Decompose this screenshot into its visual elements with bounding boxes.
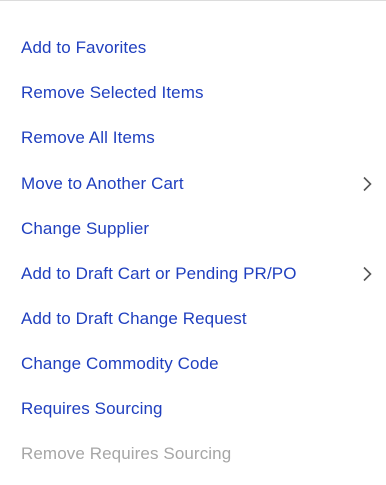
cart-actions-menu: Add to Favorites Remove Selected Items R… (0, 0, 386, 485)
menu-item-move-to-another-cart[interactable]: Move to Another Cart (0, 164, 386, 204)
menu-item-remove-all-items[interactable]: Remove All Items (0, 118, 386, 158)
menu-item-label: Add to Draft Cart or Pending PR/PO (21, 264, 297, 283)
menu-item-label: Add to Favorites (21, 38, 147, 57)
menu-item-add-to-draft-change-request[interactable]: Add to Draft Change Request (0, 299, 386, 339)
menu-item-label: Remove Selected Items (21, 83, 204, 102)
menu-item-label: Remove All Items (21, 128, 155, 147)
menu-item-remove-requires-sourcing: Remove Requires Sourcing (0, 434, 386, 474)
menu-item-requires-sourcing[interactable]: Requires Sourcing (0, 389, 386, 429)
chevron-right-icon (362, 176, 372, 192)
menu-item-change-commodity-code[interactable]: Change Commodity Code (0, 344, 386, 384)
menu-item-label: Move to Another Cart (21, 174, 184, 193)
menu-item-remove-selected-items[interactable]: Remove Selected Items (0, 73, 386, 113)
menu-item-label: Requires Sourcing (21, 399, 163, 418)
menu-item-label: Remove Requires Sourcing (21, 444, 232, 463)
menu-item-label: Change Commodity Code (21, 354, 219, 373)
menu-item-add-to-draft-cart-or-pending-pr-po[interactable]: Add to Draft Cart or Pending PR/PO (0, 254, 386, 294)
menu-item-add-to-favorites[interactable]: Add to Favorites (0, 28, 386, 68)
chevron-right-icon (362, 266, 372, 282)
menu-item-label: Add to Draft Change Request (21, 309, 247, 328)
menu-item-label: Change Supplier (21, 219, 150, 238)
menu-item-change-supplier[interactable]: Change Supplier (0, 209, 386, 249)
